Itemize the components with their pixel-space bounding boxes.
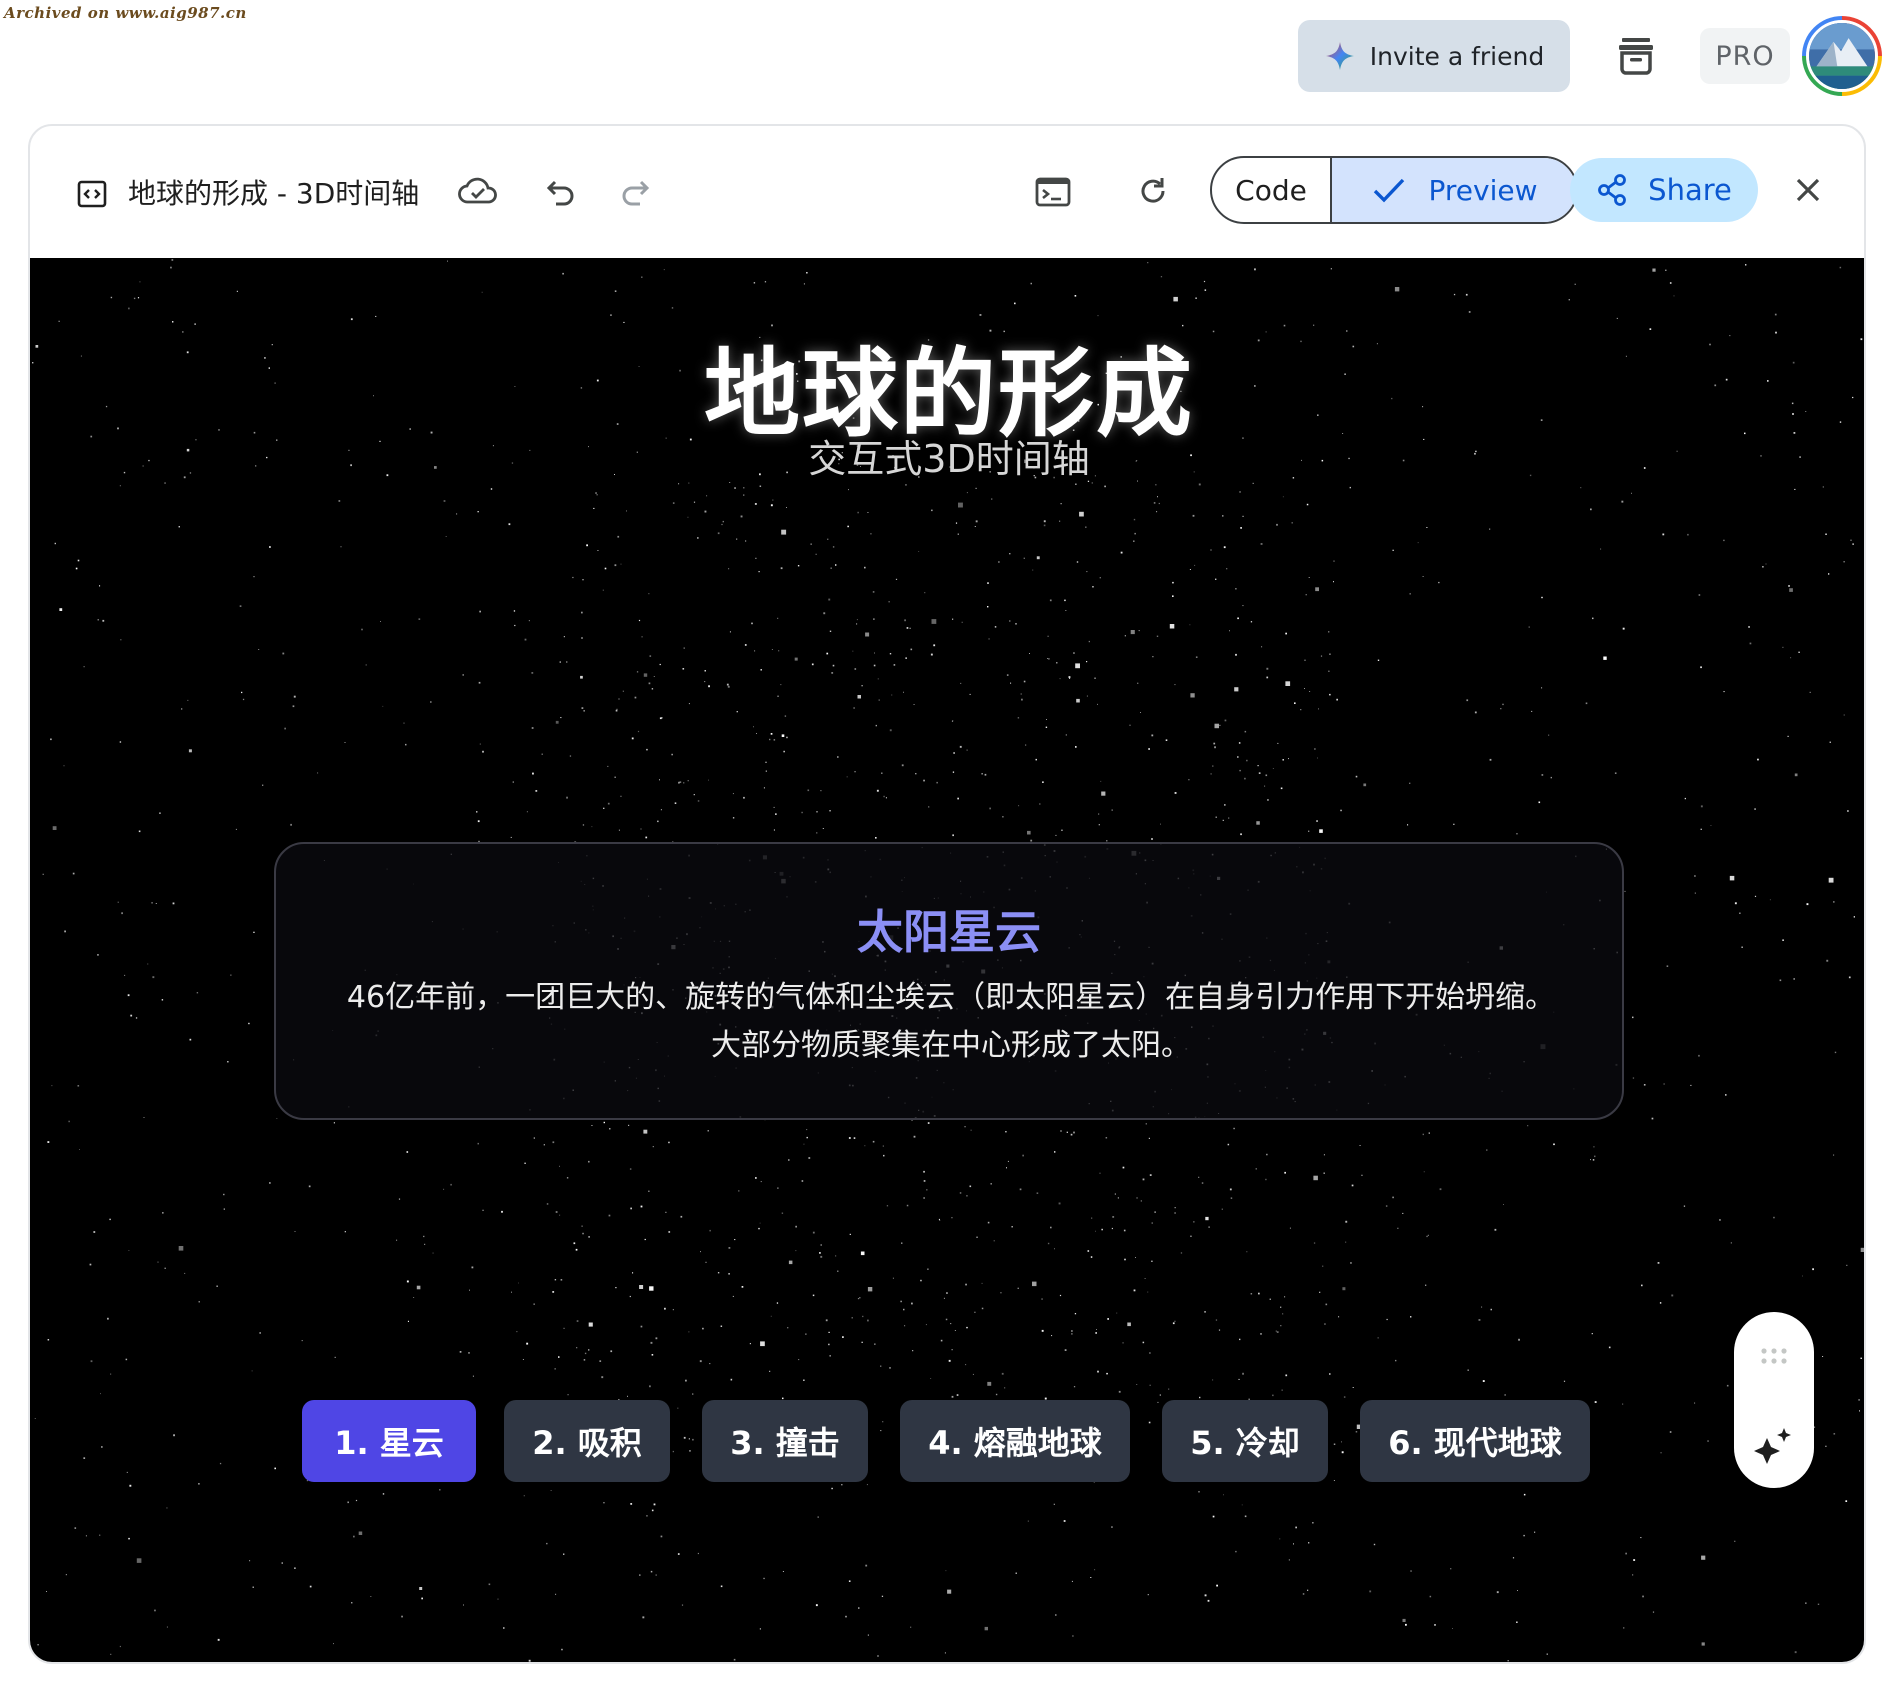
undo-icon[interactable] bbox=[542, 176, 576, 208]
cloud-saved-icon[interactable] bbox=[458, 174, 498, 208]
stage-nav: 1. 星云 2. 吸积 3. 撞击 4. 熔融地球 5. 冷却 6. 现代地球 bbox=[30, 1400, 1864, 1486]
stage-button-5[interactable]: 5. 冷却 bbox=[1162, 1400, 1328, 1482]
stage-button-2[interactable]: 2. 吸积 bbox=[504, 1400, 670, 1482]
magic-wand-icon[interactable] bbox=[1754, 1426, 1794, 1466]
preview-stage: 地球的形成 交互式3D时间轴 太阳星云 46亿年前，一团巨大的、旋转的气体和尘埃… bbox=[30, 258, 1864, 1662]
refresh-icon[interactable] bbox=[1136, 174, 1170, 208]
invite-friend-label: Invite a friend bbox=[1369, 41, 1545, 71]
invite-friend-button[interactable]: Invite a friend bbox=[1298, 20, 1570, 92]
top-bar: Invite a friend PRO bbox=[0, 0, 1886, 115]
avatar-image bbox=[1809, 23, 1875, 89]
drag-handle-icon[interactable] bbox=[1760, 1346, 1788, 1366]
info-card: 太阳星云 46亿年前，一团巨大的、旋转的气体和尘埃云（即太阳星云）在自身引力作用… bbox=[274, 842, 1624, 1120]
code-preview-toggle: Code Preview bbox=[1210, 156, 1578, 224]
close-icon[interactable] bbox=[1790, 172, 1826, 208]
info-card-description: 46亿年前，一团巨大的、旋转的气体和尘埃云（即太阳星云）在自身引力作用下开始坍缩… bbox=[346, 980, 1556, 1063]
code-window-icon bbox=[77, 180, 107, 208]
share-button[interactable]: Share bbox=[1570, 158, 1758, 222]
stage-button-3[interactable]: 3. 撞击 bbox=[702, 1400, 868, 1482]
code-tab[interactable]: Code bbox=[1212, 158, 1332, 222]
preview-tab[interactable]: Preview bbox=[1332, 158, 1576, 222]
redo-icon[interactable] bbox=[620, 176, 654, 208]
avatar[interactable] bbox=[1802, 16, 1882, 96]
stage-button-6[interactable]: 6. 现代地球 bbox=[1360, 1400, 1590, 1482]
check-icon bbox=[1373, 178, 1404, 203]
page-subtitle: 交互式3D时间轴 bbox=[808, 437, 1090, 481]
info-card-title: 太阳星云 bbox=[857, 905, 1041, 959]
artifact-window: 地球的形成 - 3D时间轴 Code Preview Share 地球的形成 交… bbox=[28, 124, 1866, 1664]
stage-button-4[interactable]: 4. 熔融地球 bbox=[900, 1400, 1130, 1482]
stage-button-1[interactable]: 1. 星云 bbox=[302, 1400, 476, 1482]
sparkle-icon bbox=[1325, 42, 1354, 70]
share-icon bbox=[1598, 174, 1627, 206]
share-label: Share bbox=[1648, 173, 1732, 207]
preview-tab-label: Preview bbox=[1428, 173, 1538, 207]
terminal-icon[interactable] bbox=[1034, 176, 1072, 208]
archive-icon[interactable] bbox=[1612, 32, 1660, 80]
artifact-toolbar: 地球的形成 - 3D时间轴 Code Preview Share bbox=[30, 126, 1864, 258]
floating-tool-panel bbox=[1734, 1312, 1814, 1488]
pro-badge: PRO bbox=[1700, 28, 1790, 84]
document-title: 地球的形成 - 3D时间轴 bbox=[128, 177, 420, 210]
